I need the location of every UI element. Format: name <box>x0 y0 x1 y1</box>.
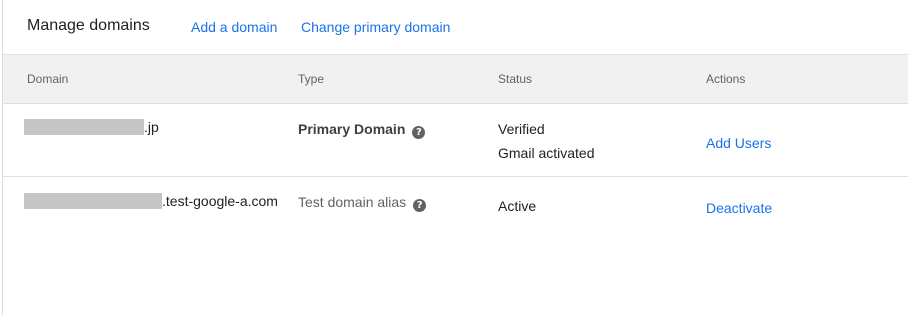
domain-cell: .test-google-a.com <box>24 193 278 209</box>
redacted-domain-name <box>24 119 144 135</box>
column-header-status[interactable]: Status <box>498 72 532 86</box>
domain-suffix: .test-google-a.com <box>162 193 278 209</box>
type-cell: Test domain alias? <box>298 194 427 212</box>
domain-suffix: .jp <box>144 119 159 135</box>
column-header-actions: Actions <box>706 72 746 86</box>
redacted-domain-name <box>24 193 162 209</box>
panel-header: Manage domains Add a domain Change prima… <box>3 0 908 55</box>
domain-cell: .jp <box>24 119 159 135</box>
help-circle-icon[interactable]: ? <box>413 199 427 212</box>
help-circle-icon[interactable]: ? <box>412 126 426 139</box>
change-primary-domain-link[interactable]: Change primary domain <box>301 19 450 35</box>
column-header-type[interactable]: Type <box>298 72 324 86</box>
manage-domains-panel: Manage domains Add a domain Change prima… <box>2 0 908 315</box>
table-row: .test-google-a.com Test domain alias? Ac… <box>3 177 908 237</box>
status-line-1: Verified <box>498 121 545 137</box>
add-users-link[interactable]: Add Users <box>706 135 771 151</box>
column-header-domain[interactable]: Domain <box>27 72 68 86</box>
type-cell: Primary Domain? <box>298 121 426 139</box>
deactivate-link[interactable]: Deactivate <box>706 200 772 216</box>
domain-type: Test domain alias <box>298 194 407 210</box>
table-header: Domain Type Status Actions <box>3 55 908 104</box>
add-domain-link[interactable]: Add a domain <box>191 19 277 35</box>
domain-type: Primary Domain <box>298 121 406 137</box>
page-title: Manage domains <box>27 17 150 34</box>
status-line-1: Active <box>498 198 537 214</box>
status-line-2: Gmail activated <box>498 145 595 161</box>
table-row: .jp Primary Domain? Verified Gmail activ… <box>3 104 908 177</box>
